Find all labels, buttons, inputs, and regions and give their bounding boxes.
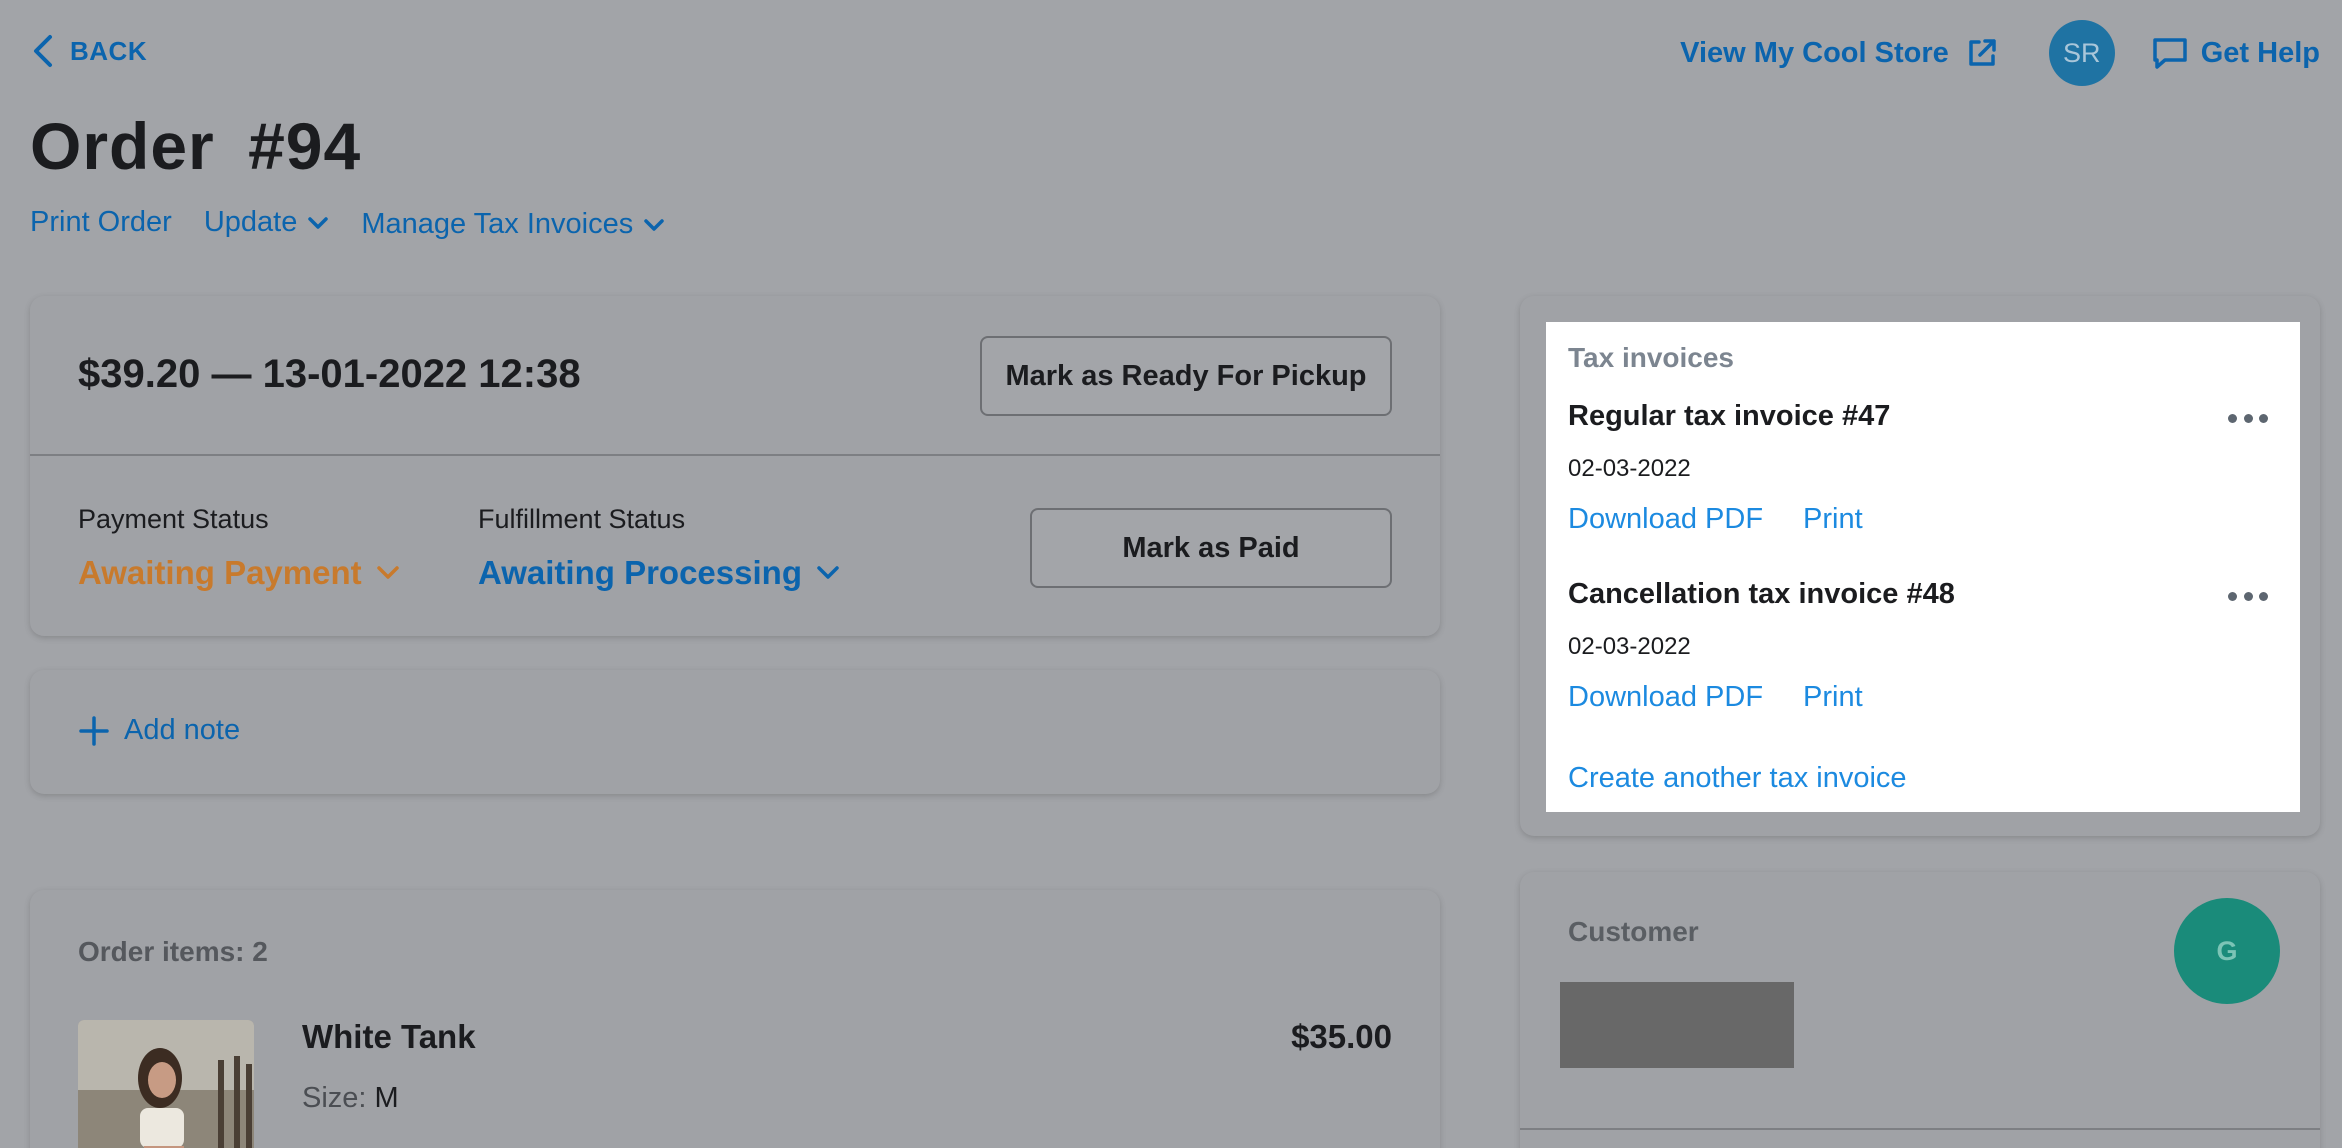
- user-avatar[interactable]: SR: [2048, 20, 2115, 86]
- top-right-nav: View My Cool Store SR Get Help: [1680, 20, 2320, 86]
- tax-invoice-item: Regular tax invoice #47 02-03-2022 Downl…: [1568, 400, 2288, 536]
- page-title: Order #94: [30, 109, 362, 183]
- order-summary-header: $39.20 — 13-01-2022 12:38 Mark as Ready …: [30, 296, 1440, 456]
- more-options-icon[interactable]: [2228, 408, 2268, 428]
- payment-status-value: Awaiting Payment: [78, 554, 362, 591]
- chevron-down-icon: [308, 216, 329, 229]
- tax-invoices-card: Tax invoices Regular tax invoice #47 02-…: [1520, 296, 2320, 836]
- view-store-label: View My Cool Store: [1680, 36, 1949, 69]
- item-size: Size: M: [302, 1082, 399, 1115]
- get-help-label: Get Help: [2200, 36, 2320, 69]
- manage-tax-invoices-label: Manage Tax Invoices: [361, 208, 634, 240]
- payment-status-label: Payment Status: [78, 504, 269, 534]
- view-store-link[interactable]: View My Cool Store: [1680, 36, 1999, 70]
- tax-invoices-panel: Tax invoices Regular tax invoice #47 02-…: [1546, 322, 2300, 812]
- tax-invoice-title: Cancellation tax invoice #48: [1568, 578, 1955, 610]
- tax-invoice-actions: Download PDF Print: [1568, 503, 2288, 536]
- create-tax-invoice-link[interactable]: Create another tax invoice: [1568, 762, 1907, 795]
- download-pdf-link[interactable]: Download PDF: [1568, 681, 1763, 714]
- customer-avatar-initial: G: [2216, 935, 2238, 966]
- print-order-label: Print Order: [30, 206, 172, 238]
- add-note-button[interactable]: Add note: [78, 714, 240, 747]
- back-link[interactable]: BACK: [30, 34, 147, 68]
- tax-invoice-date: 02-03-2022: [1568, 633, 1691, 660]
- print-invoice-link[interactable]: Print: [1803, 681, 1863, 714]
- external-link-icon: [1969, 39, 1996, 66]
- payment-status-dropdown[interactable]: Awaiting Payment: [78, 554, 400, 592]
- update-label: Update: [203, 206, 298, 238]
- user-initials: SR: [2062, 37, 2101, 68]
- tax-invoice-item: Cancellation tax invoice #48 02-03-2022 …: [1568, 578, 2288, 714]
- order-items-card: Order items: 2 White Tank $35.00 Size: M: [30, 890, 1440, 1148]
- chevron-left-icon: [34, 35, 52, 67]
- item-price: $35.00: [1291, 1018, 1392, 1055]
- chevron-down-icon: [644, 218, 664, 231]
- order-total-date: $39.20 — 13-01-2022 12:38: [78, 352, 581, 396]
- tax-invoice-actions: Download PDF Print: [1568, 681, 2288, 714]
- get-help-link[interactable]: Get Help: [2151, 36, 2320, 70]
- fulfillment-status-dropdown[interactable]: Awaiting Processing: [478, 554, 840, 592]
- item-size-value: M: [374, 1082, 399, 1114]
- fulfillment-status-label: Fulfillment Status: [478, 504, 686, 534]
- chat-icon: [2153, 38, 2187, 69]
- chevron-down-icon: [817, 566, 839, 579]
- mark-ready-for-pickup-button[interactable]: Mark as Ready For Pickup: [980, 336, 1392, 416]
- print-order-link[interactable]: Print Order: [30, 206, 172, 239]
- product-image: [78, 1020, 254, 1148]
- fulfillment-status-value: Awaiting Processing: [478, 554, 802, 591]
- download-pdf-link[interactable]: Download PDF: [1568, 503, 1763, 536]
- print-invoice-link[interactable]: Print: [1803, 503, 1863, 536]
- note-card: Add note: [30, 670, 1440, 794]
- tax-invoices-heading: Tax invoices: [1568, 342, 1735, 373]
- product-thumbnail[interactable]: [78, 1020, 254, 1148]
- update-dropdown[interactable]: Update: [204, 206, 330, 239]
- mark-as-paid-button[interactable]: Mark as Paid: [1030, 508, 1392, 588]
- back-label: BACK: [70, 35, 148, 66]
- item-size-label: Size:: [302, 1082, 367, 1114]
- more-options-icon[interactable]: [2228, 586, 2268, 606]
- manage-tax-invoices-dropdown[interactable]: Manage Tax Invoices: [361, 208, 665, 241]
- customer-heading: Customer: [1568, 916, 1699, 947]
- tax-invoice-date: 02-03-2022: [1568, 455, 1691, 482]
- item-name[interactable]: White Tank: [302, 1018, 476, 1056]
- add-note-label: Add note: [124, 714, 241, 746]
- order-actions: Print Order Update Manage Tax Invoices: [30, 204, 697, 241]
- plus-icon: [79, 715, 109, 746]
- tax-invoice-title: Regular tax invoice #47: [1568, 400, 1891, 432]
- order-summary-card: $39.20 — 13-01-2022 12:38 Mark as Ready …: [30, 296, 1440, 636]
- redacted-customer-info: [1560, 982, 1794, 1068]
- order-items-count: Order items: 2: [78, 936, 268, 967]
- divider: [1520, 1128, 2320, 1130]
- customer-card: Customer G: [1520, 872, 2320, 1148]
- chevron-down-icon: [376, 566, 399, 579]
- customer-avatar[interactable]: G: [2174, 898, 2280, 1004]
